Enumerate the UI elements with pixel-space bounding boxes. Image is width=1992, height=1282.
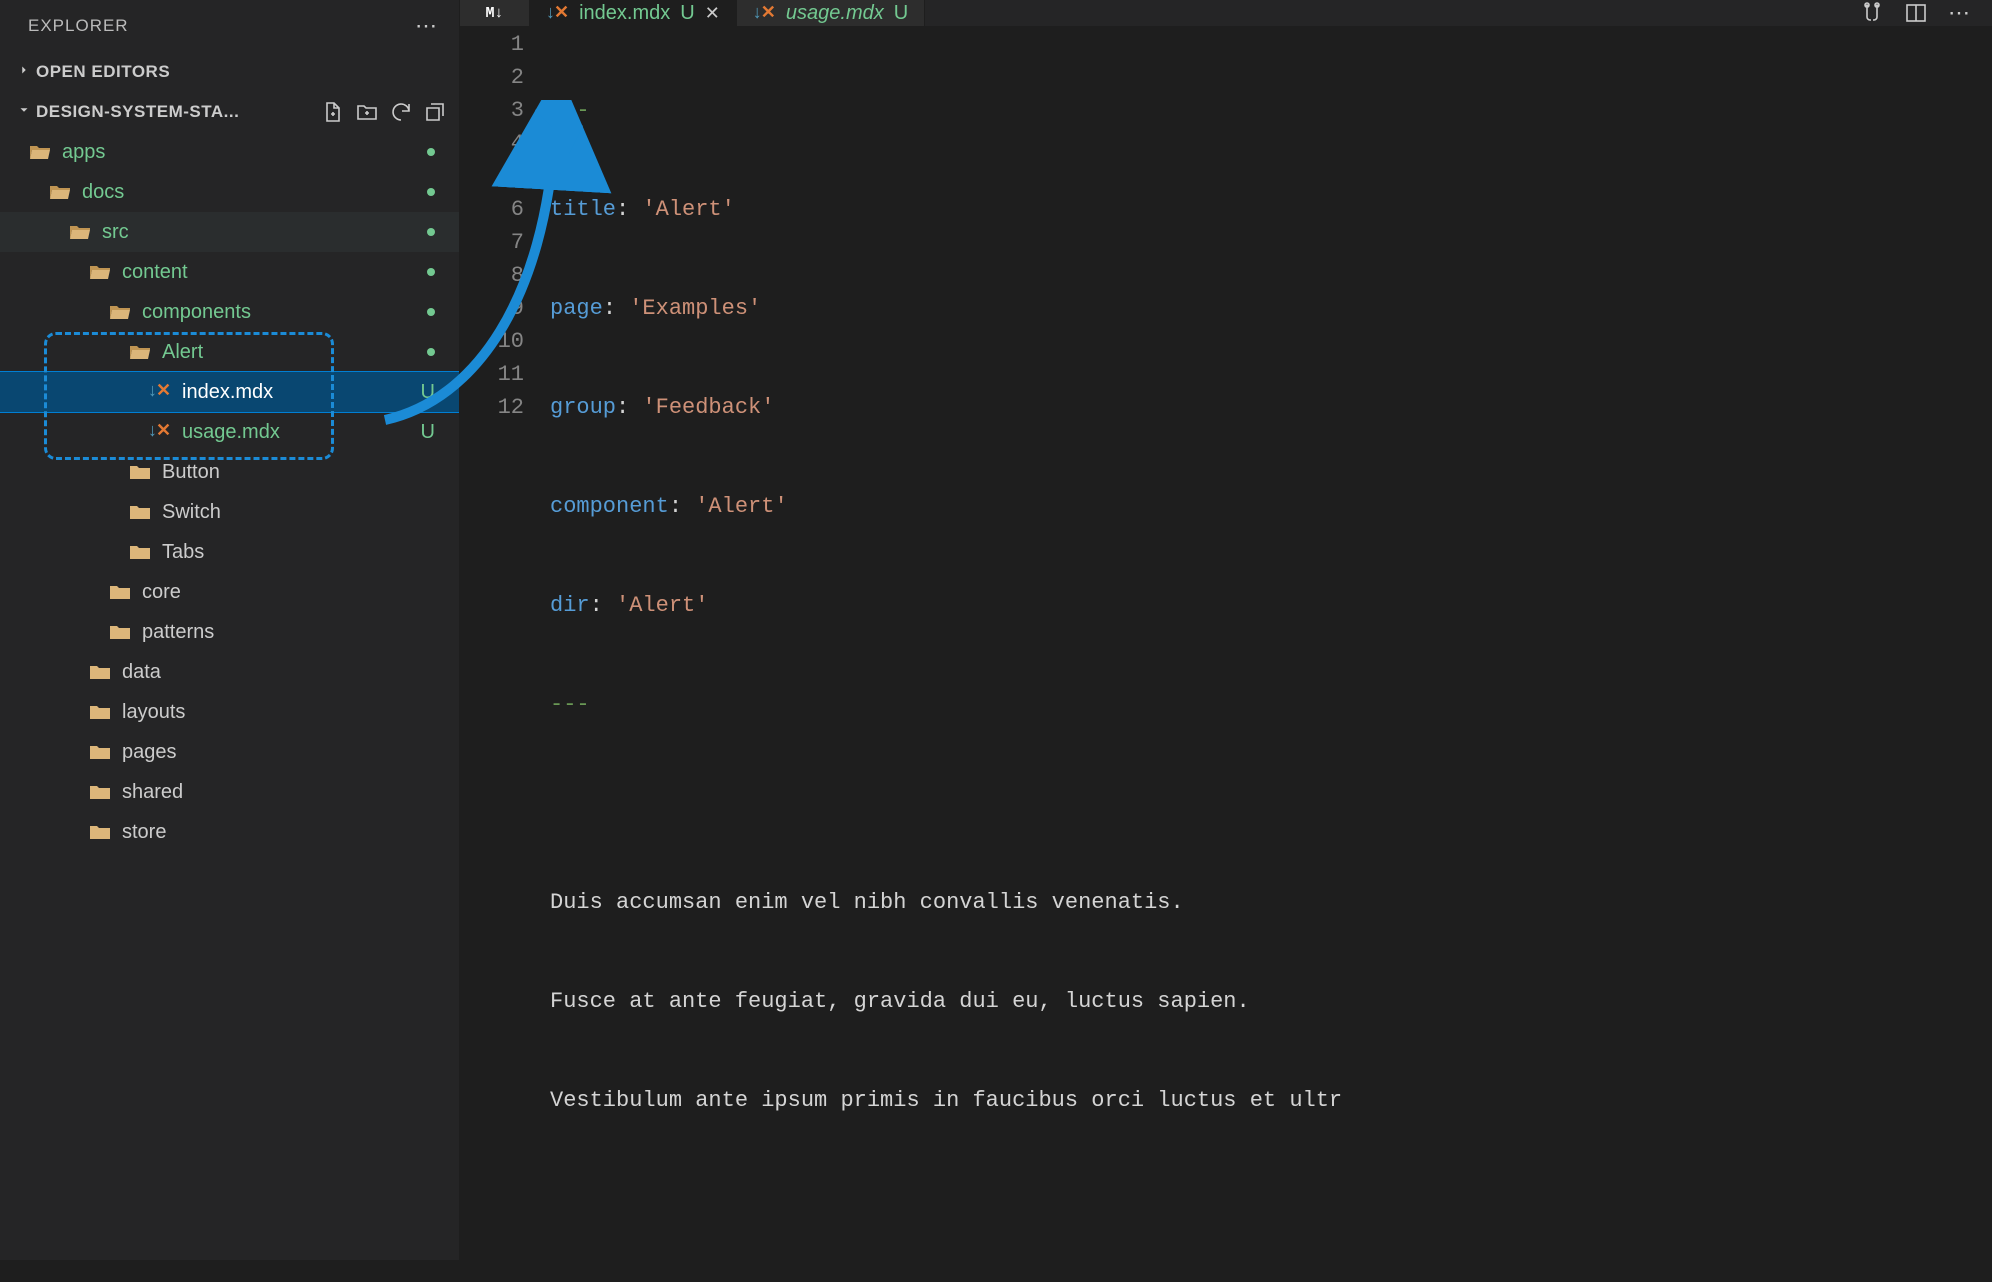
tree-label: components — [142, 301, 427, 324]
tree-label: store — [122, 821, 435, 844]
git-status-letter: U — [680, 2, 694, 25]
editor-area: M↓ ↓✕ index.mdx U ✕ ↓✕ usage.mdx U ⋯ › s… — [460, 0, 1992, 1260]
tree-folder-shared[interactable]: shared — [0, 772, 459, 812]
git-modified-dot — [427, 228, 435, 236]
more-icon[interactable]: ⋯ — [415, 13, 437, 39]
chevron-right-icon — [16, 61, 32, 83]
tree-folder-data[interactable]: data — [0, 652, 459, 692]
git-modified-dot — [427, 148, 435, 156]
tree-folder-alert[interactable]: Alert — [0, 332, 459, 372]
tabbar-actions: ⋯ — [1838, 0, 1992, 26]
folder-open-icon — [68, 220, 92, 244]
tree-label: content — [122, 261, 427, 284]
file-tree: apps docs src content components — [0, 132, 459, 1260]
close-icon[interactable]: ✕ — [705, 3, 720, 24]
tree-label: docs — [82, 181, 427, 204]
collapse-all-icon[interactable] — [423, 100, 447, 124]
folder-open-icon — [128, 340, 152, 364]
tree-folder-patterns[interactable]: patterns — [0, 612, 459, 652]
workspace-title: DESIGN-SYSTEM-STA... — [36, 102, 239, 122]
folder-icon — [88, 700, 112, 724]
tree-label: data — [122, 661, 435, 684]
mdx-file-icon: ↓✕ — [753, 2, 776, 24]
tree-label: Alert — [162, 341, 427, 364]
tree-file-usage-mdx[interactable]: ↓✕ usage.mdx U — [0, 412, 459, 452]
tree-folder-switch[interactable]: Switch — [0, 492, 459, 532]
tree-folder-pages[interactable]: pages — [0, 732, 459, 772]
tree-label: index.mdx — [182, 381, 417, 404]
workspace-header[interactable]: DESIGN-SYSTEM-STA... — [0, 92, 459, 132]
folder-open-icon — [28, 140, 52, 164]
tree-label: src — [102, 221, 427, 244]
mdx-file-icon: ↓✕ — [148, 420, 172, 444]
folder-icon — [128, 500, 152, 524]
tree-label: patterns — [142, 621, 435, 644]
tree-folder-apps[interactable]: apps — [0, 132, 459, 172]
git-status-letter: U — [421, 421, 435, 444]
tree-file-index-mdx[interactable]: ↓✕ index.mdx U — [0, 372, 459, 412]
git-status-letter: U — [421, 381, 435, 404]
line-gutter: 1 2 3 4 5 6 7 8 9 10 11 12 — [460, 26, 550, 1282]
tab-index-mdx[interactable]: ↓✕ index.mdx U ✕ — [530, 0, 737, 26]
tree-folder-core[interactable]: core — [0, 572, 459, 612]
tree-folder-layouts[interactable]: layouts — [0, 692, 459, 732]
mdx-file-icon: ↓✕ — [148, 380, 172, 404]
git-status-letter: U — [894, 2, 908, 25]
tree-label: layouts — [122, 701, 435, 724]
tree-folder-store[interactable]: store — [0, 812, 459, 852]
git-modified-dot — [427, 188, 435, 196]
new-folder-icon[interactable] — [355, 100, 379, 124]
folder-icon — [128, 540, 152, 564]
workspace-actions — [321, 100, 447, 124]
tree-folder-src[interactable]: src — [0, 212, 459, 252]
tab-label: usage.mdx — [786, 2, 884, 25]
folder-open-icon — [48, 180, 72, 204]
tree-label: usage.mdx — [182, 421, 417, 444]
sidebar: EXPLORER ⋯ OPEN EDITORS DESIGN-SYSTEM-ST… — [0, 0, 460, 1260]
tree-label: Button — [162, 461, 435, 484]
folder-icon — [128, 460, 152, 484]
chevron-down-icon — [16, 101, 32, 123]
compare-changes-icon[interactable] — [1860, 1, 1884, 25]
folder-icon — [88, 740, 112, 764]
tabbar: M↓ ↓✕ index.mdx U ✕ ↓✕ usage.mdx U ⋯ — [460, 0, 1992, 26]
folder-icon — [108, 580, 132, 604]
tree-label: apps — [62, 141, 427, 164]
code-editor[interactable]: 1 2 3 4 5 6 7 8 9 10 11 12 --- title: 'A… — [460, 26, 1992, 1282]
git-modified-dot — [427, 268, 435, 276]
tree-folder-tabs[interactable]: Tabs — [0, 532, 459, 572]
tree-label: core — [142, 581, 435, 604]
markdown-preview-icon[interactable]: M↓ — [460, 0, 530, 26]
open-editors-section[interactable]: OPEN EDITORS — [0, 52, 459, 92]
folder-icon — [88, 780, 112, 804]
more-icon[interactable]: ⋯ — [1948, 0, 1970, 26]
tree-folder-content[interactable]: content — [0, 252, 459, 292]
folder-open-icon — [108, 300, 132, 324]
tree-label: Switch — [162, 501, 435, 524]
tree-folder-docs[interactable]: docs — [0, 172, 459, 212]
refresh-icon[interactable] — [389, 100, 413, 124]
tab-label: index.mdx — [579, 2, 670, 25]
code-content[interactable]: --- title: 'Alert' page: 'Examples' grou… — [550, 26, 1992, 1282]
split-editor-icon[interactable] — [1904, 1, 1928, 25]
new-file-icon[interactable] — [321, 100, 345, 124]
folder-icon — [88, 660, 112, 684]
tree-folder-button[interactable]: Button — [0, 452, 459, 492]
tree-label: pages — [122, 741, 435, 764]
git-modified-dot — [427, 308, 435, 316]
folder-icon — [88, 820, 112, 844]
git-modified-dot — [427, 348, 435, 356]
mdx-file-icon: ↓✕ — [546, 2, 569, 24]
tree-label: shared — [122, 781, 435, 804]
explorer-header: EXPLORER ⋯ — [0, 0, 459, 52]
folder-icon — [108, 620, 132, 644]
open-editors-label: OPEN EDITORS — [36, 62, 170, 82]
folder-open-icon — [88, 260, 112, 284]
tab-usage-mdx[interactable]: ↓✕ usage.mdx U — [737, 0, 925, 26]
explorer-title: EXPLORER — [28, 16, 129, 36]
tree-label: Tabs — [162, 541, 435, 564]
tree-folder-components[interactable]: components — [0, 292, 459, 332]
